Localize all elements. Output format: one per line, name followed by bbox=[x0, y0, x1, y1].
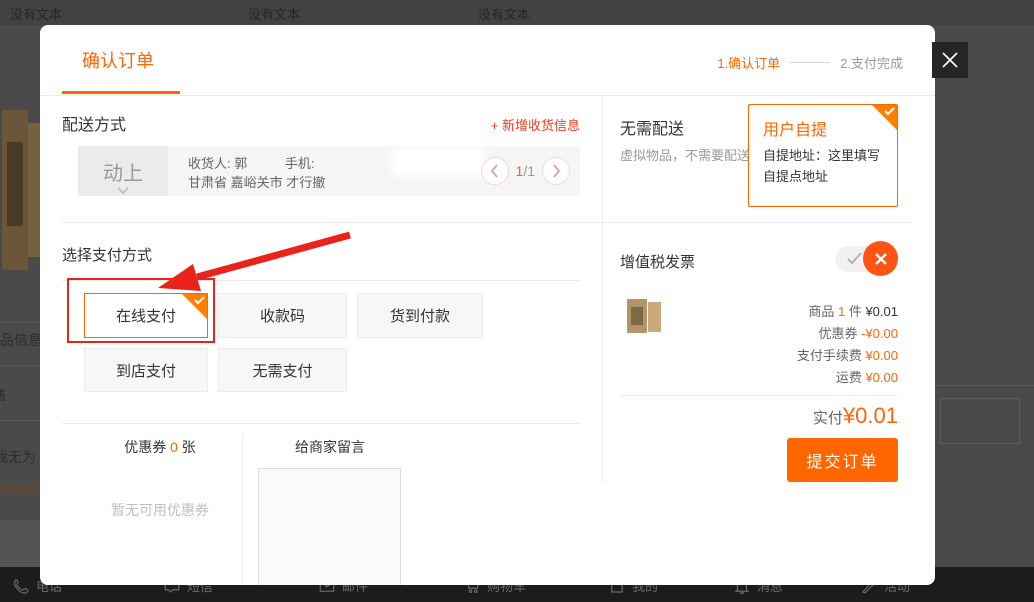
step-confirm-order: 1.确认订单 bbox=[717, 53, 780, 72]
total-line: 实付¥0.01 bbox=[620, 403, 898, 429]
pay-method-label: 无需支付 bbox=[252, 360, 312, 381]
fee-label: 优惠券 bbox=[818, 326, 857, 341]
modal-title: 确认订单 bbox=[82, 47, 154, 73]
address-tag-tab[interactable]: 动上 bbox=[78, 146, 168, 196]
pager-total: /1 bbox=[523, 163, 535, 179]
coupon-divider bbox=[62, 423, 580, 424]
merchant-message-input[interactable] bbox=[258, 468, 401, 585]
phone-label: 手机: bbox=[285, 156, 315, 171]
product-unit: 件 bbox=[849, 304, 862, 319]
annotation-arrow bbox=[100, 225, 360, 300]
message-header: 给商家留言 bbox=[250, 437, 410, 457]
bg-divider bbox=[0, 420, 42, 421]
step-separator bbox=[790, 62, 830, 63]
add-address-link[interactable]: + 新增收货信息 bbox=[400, 115, 580, 134]
phone-redaction bbox=[395, 151, 483, 173]
close-icon bbox=[940, 50, 960, 70]
coupon-header: 优惠券 0 张 bbox=[70, 437, 250, 457]
phone-icon bbox=[12, 577, 30, 595]
option-no-delivery[interactable]: 无需配送 bbox=[620, 115, 684, 139]
pay-method-label: 收款码 bbox=[260, 305, 305, 326]
total-divider bbox=[620, 395, 898, 396]
product-count: 1 bbox=[838, 304, 845, 319]
bg-panel-outline bbox=[940, 398, 1020, 444]
column-divider bbox=[602, 95, 603, 482]
pay-method-none[interactable]: 无需支付 bbox=[218, 348, 347, 392]
fee-label: 支付手续费 bbox=[797, 348, 862, 363]
invoice-off-button[interactable] bbox=[863, 241, 898, 276]
fee-amount: ¥0.00 bbox=[865, 348, 898, 363]
bg-divider bbox=[935, 385, 1034, 386]
invoice-title: 增值税发票 bbox=[620, 251, 695, 272]
address-tag: 动上 bbox=[103, 157, 143, 186]
fee-summary: 商品 1 件 ¥0.01 优惠券 -¥0.00 支付手续费 ¥0.00 运费 ¥… bbox=[620, 301, 898, 389]
fee-row: 优惠券 -¥0.00 bbox=[620, 323, 898, 345]
submit-order-button[interactable]: 提交订单 bbox=[787, 438, 898, 482]
header-divider bbox=[40, 95, 935, 96]
bg-text-seller: 我无为 bbox=[0, 447, 36, 467]
step-payment-done: 2.支付完成 bbox=[840, 53, 903, 72]
fee-amount: ¥0.00 bbox=[865, 370, 898, 385]
pay-method-label: 货到付款 bbox=[390, 305, 450, 326]
total-label: 实付 bbox=[813, 410, 843, 427]
chevron-left-icon bbox=[490, 164, 499, 178]
selected-badge bbox=[872, 105, 897, 130]
bg-divider bbox=[0, 322, 42, 323]
coupon-unit: 张 bbox=[182, 439, 196, 455]
bg-header-text: 没有文本 bbox=[10, 4, 62, 23]
checkout-steps: 1.确认订单 2.支付完成 bbox=[717, 53, 903, 72]
product-amount: ¥0.01 bbox=[865, 304, 898, 319]
check-icon bbox=[847, 252, 862, 265]
fee-label: 运费 bbox=[836, 370, 862, 385]
receiver-name: 收货人: 郭 bbox=[188, 156, 247, 171]
chevron-down-icon bbox=[117, 187, 129, 194]
background-product-image bbox=[0, 105, 42, 275]
coupon-count: 0 bbox=[170, 439, 178, 455]
pager-count: 1/1 bbox=[516, 162, 535, 181]
address-card[interactable]: 动上 收货人: 郭 手机: 甘肃省 嘉峪关市 才行撤 1/1 bbox=[78, 146, 580, 196]
check-icon bbox=[884, 107, 895, 116]
bg-text-partial: 售 bbox=[0, 385, 7, 405]
address-info: 收货人: 郭 手机: 甘肃省 嘉峪关市 才行撤 1/1 bbox=[168, 146, 580, 196]
active-tab-underline bbox=[62, 91, 180, 94]
product-line: 商品 1 件 ¥0.01 bbox=[620, 301, 898, 323]
chevron-right-icon bbox=[552, 164, 561, 178]
bg-header-text: 没有文本 bbox=[248, 4, 300, 23]
prev-address-button[interactable] bbox=[481, 157, 509, 185]
pickup-desc: 自提地址：这里填写自提点地址 bbox=[763, 145, 885, 187]
coupon-label: 优惠券 bbox=[124, 439, 166, 455]
pay-method-instore[interactable]: 到店支付 bbox=[84, 348, 208, 392]
coupon-empty-text: 暂无可用优惠券 bbox=[70, 500, 250, 520]
total-amount: ¥0.01 bbox=[843, 403, 898, 428]
address-pager: 1/1 bbox=[481, 157, 570, 185]
bg-divider bbox=[0, 365, 42, 366]
product-label: 商品 bbox=[808, 304, 834, 319]
background-page-header: 没有文本 没有文本 没有文本 bbox=[0, 0, 1034, 25]
section-divider bbox=[62, 222, 912, 223]
option-user-pickup[interactable]: 用户自提 自提地址：这里填写自提点地址 bbox=[748, 104, 898, 207]
fee-row: 支付手续费 ¥0.00 bbox=[620, 345, 898, 367]
no-delivery-desc: 虚拟物品，不需要配送 bbox=[620, 145, 754, 166]
pay-method-label: 到店支付 bbox=[116, 360, 176, 381]
x-icon bbox=[874, 252, 888, 266]
bg-panel bbox=[0, 520, 42, 567]
fee-row: 运费 ¥0.00 bbox=[620, 367, 898, 389]
pay-method-cod[interactable]: 货到付款 bbox=[357, 293, 483, 338]
next-address-button[interactable] bbox=[542, 157, 570, 185]
delivery-section-title: 配送方式 bbox=[62, 111, 126, 135]
close-button[interactable] bbox=[932, 42, 968, 78]
pickup-title: 用户自提 bbox=[763, 116, 827, 140]
bg-header-text: 没有文本 bbox=[478, 4, 530, 23]
fee-amount: -¥0.00 bbox=[861, 326, 898, 341]
bg-text-info: 品信息 bbox=[0, 330, 42, 350]
